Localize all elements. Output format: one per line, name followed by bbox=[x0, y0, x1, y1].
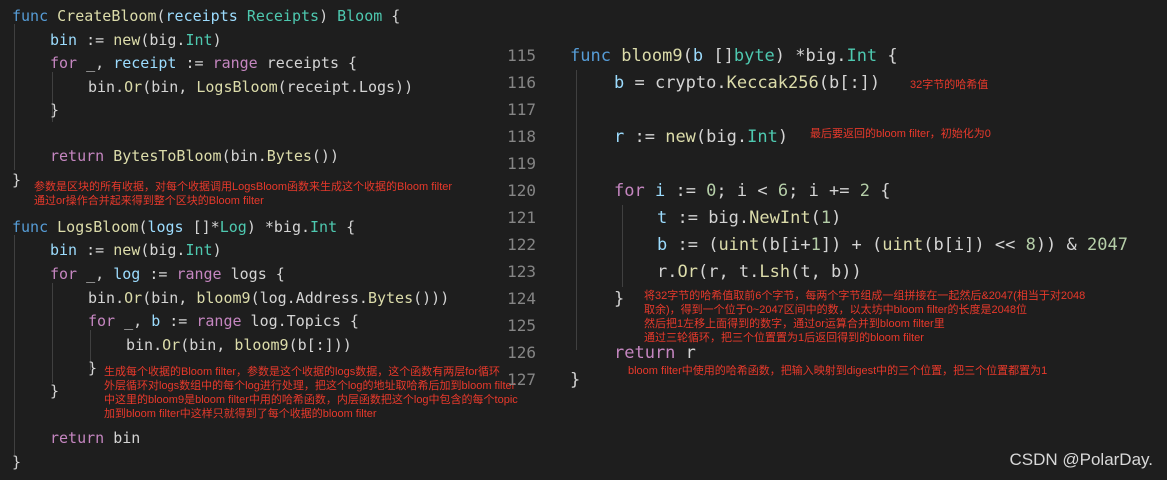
annotation-init-r: 最后要返回的bloom filter，初始化为0 bbox=[810, 128, 991, 140]
code-line: r.Or(r, t.Lsh(t, b)) bbox=[657, 262, 862, 282]
code-line: t := big.NewInt(1) bbox=[657, 208, 842, 228]
indent-guide bbox=[14, 235, 15, 455]
code-line: for i := 0; i < 6; i += 2 { bbox=[614, 181, 891, 201]
code-line: bin := new(big.Int) bbox=[50, 31, 222, 49]
line-number: 117 bbox=[507, 100, 536, 119]
annotation-keccak: 32字节的哈希值 bbox=[910, 79, 989, 91]
line-number: 124 bbox=[507, 289, 536, 308]
code-line: } bbox=[50, 101, 60, 119]
line-number: 119 bbox=[507, 154, 536, 173]
code-line: } bbox=[570, 370, 581, 390]
indent-guide bbox=[576, 70, 577, 350]
code-line: return bin bbox=[50, 429, 141, 447]
code-line: } bbox=[88, 359, 98, 377]
code-line: return r bbox=[614, 343, 696, 363]
line-number: 120 bbox=[507, 181, 536, 200]
line-number: 121 bbox=[507, 208, 536, 227]
code-line: bin.Or(bin, LogsBloom(receipt.Logs)) bbox=[88, 78, 414, 96]
code-line: b = crypto.Keccak256(b[:]) bbox=[614, 73, 881, 93]
code-line: for _, receipt := range receipts { bbox=[50, 54, 358, 72]
code-line: } bbox=[12, 453, 22, 471]
right-code-panel: 115 116 117 118 119 120 121 122 123 124 … bbox=[500, 0, 1167, 480]
code-line: } bbox=[50, 382, 60, 400]
code-line: r := new(big.Int) bbox=[614, 127, 789, 147]
watermark: CSDN @PolarDay. bbox=[1009, 450, 1153, 469]
line-number: 116 bbox=[507, 73, 536, 92]
indent-guide bbox=[52, 283, 53, 383]
line-number: 125 bbox=[507, 316, 536, 335]
code-line: bin.Or(bin, bloom9(b[:])) bbox=[126, 336, 352, 354]
code-line: bin.Or(bin, bloom9(log.Address.Bytes())) bbox=[88, 289, 450, 307]
left-code-panel: func CreateBloom(receipts Receipts) Bloo… bbox=[0, 0, 518, 480]
code-line: bin := new(big.Int) bbox=[50, 241, 222, 259]
code-line: func LogsBloom(logs []*Log) *big.Int { bbox=[12, 218, 356, 236]
annotation-loop: 将32字节的哈希值取前6个字节，每两个字节组成一组拼接在一起然后&2047(相当… bbox=[644, 290, 1086, 344]
line-number: 126 bbox=[507, 343, 536, 362]
line-number: 127 bbox=[507, 370, 536, 389]
code-line: } bbox=[614, 289, 625, 309]
code-line: } bbox=[12, 171, 22, 189]
line-number: 123 bbox=[507, 262, 536, 281]
code-line: func bloom9(b []byte) *big.Int { bbox=[570, 46, 898, 66]
code-line: for _, log := range logs { bbox=[50, 265, 285, 283]
code-line: return BytesToBloom(bin.Bytes()) bbox=[50, 147, 339, 165]
line-number: 118 bbox=[507, 127, 536, 146]
code-line: for _, b := range log.Topics { bbox=[88, 312, 359, 330]
indent-guide bbox=[14, 24, 15, 170]
annotation-bloom9: bloom filter中使用的哈希函数，把输入映射到digest中的三个位置，… bbox=[628, 365, 1048, 377]
line-number: 122 bbox=[507, 235, 536, 254]
annotation-logs-bloom: 生成每个收据的Bloom filter，参数是这个收据的logs数据，这个函数有… bbox=[104, 366, 518, 420]
annotation-create-bloom: 参数是区块的所有收据，对每个收据调用LogsBloom函数来生成这个收据的Blo… bbox=[34, 181, 453, 207]
code-line: func CreateBloom(receipts Receipts) Bloo… bbox=[12, 7, 401, 25]
line-number: 115 bbox=[507, 46, 536, 65]
indent-guide bbox=[622, 205, 623, 287]
code-line: b := (uint(b[i+1]) + (uint(b[i]) << 8)) … bbox=[657, 235, 1128, 255]
